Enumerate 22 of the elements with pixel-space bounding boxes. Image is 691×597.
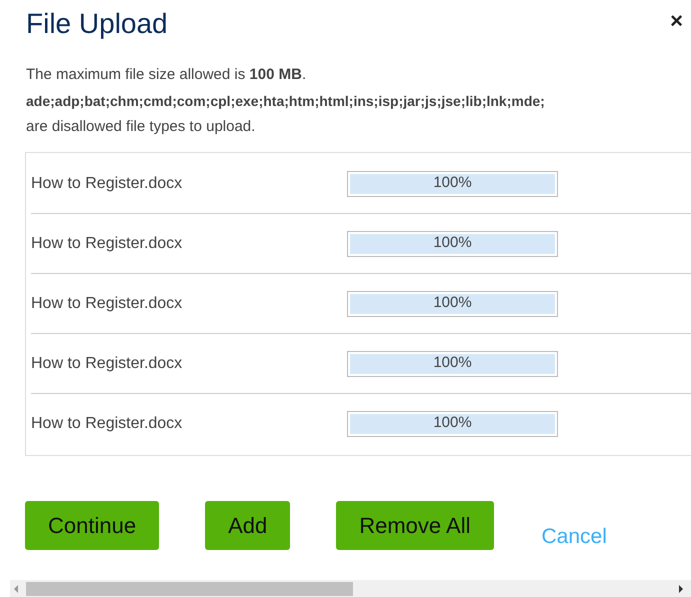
disallowed-types: ade;adp;bat;chm;cmd;com;cpl;exe;hta;htm;html;ins;isp;jar;js;jse;lib;lnk;mde; [26,92,545,111]
scrollbar-thumb[interactable] [26,582,353,596]
size-note: The maximum file size allowed is 100 MB. [26,65,306,85]
action-button[interactable]: Add [205,501,290,550]
close-button[interactable]: × [666,6,687,36]
horizontal-scrollbar[interactable] [10,580,691,597]
scroll-left-icon[interactable] [12,584,20,594]
progress-reading: 100% [433,413,472,433]
file-name: How to Register.docx [31,174,184,194]
action-button[interactable]: Continue [25,501,160,550]
progress-reading: 100% [433,172,472,192]
file-name: How to Register.docx [31,354,184,374]
progress-reading: 100% [433,232,472,252]
file-name: How to Register.docx [31,294,184,314]
progress-reading: 100% [433,292,472,312]
scroll-right-icon[interactable] [677,584,685,594]
progress-reading: 100% [433,352,472,372]
action-button[interactable]: Remove All [336,501,494,550]
file-name: How to Register.docx [31,234,184,254]
disallowed-note: are disallowed file types to upload. [26,117,256,137]
file-name: How to Register.docx [31,414,184,434]
dialog-title: File Upload [26,7,168,41]
